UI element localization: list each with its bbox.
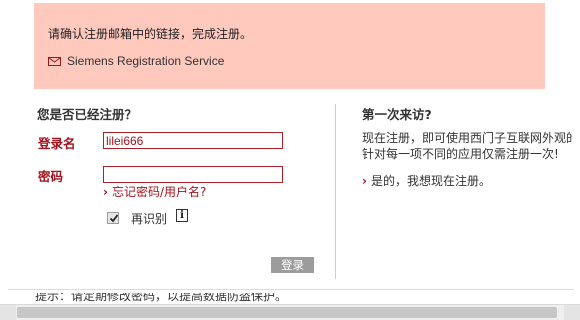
scroll-right-button[interactable]	[564, 305, 580, 320]
intro-line-1: 现在注册，即可使用西门子互联网外观的	[362, 131, 572, 145]
register-now-link[interactable]: › 是的，我想现在注册。	[362, 172, 491, 189]
horizontal-scrollbar[interactable]	[0, 304, 580, 320]
service-name: Siemens Registration Service	[67, 54, 225, 68]
forgot-password-label: 忘记密码/用户名?	[111, 185, 207, 199]
notice-service: Siemens Registration Service	[48, 54, 224, 68]
footer-divider	[8, 289, 574, 290]
first-visit-heading: 第一次来访?	[362, 107, 432, 122]
chevron-right-icon: ›	[103, 185, 108, 199]
scroll-thumb[interactable]	[17, 307, 557, 318]
password-input[interactable]	[103, 166, 283, 183]
hint-text: 提示：请定期修改密码，以提高数据防盗保护。	[35, 293, 287, 302]
scroll-left-button[interactable]	[0, 305, 16, 320]
first-visit-intro: 现在注册，即可使用西门子互联网外观的 针对每一项不同的应用仅需注册一次!	[362, 130, 572, 162]
info-icon[interactable]: i	[176, 209, 188, 222]
notice-message: 请确认注册邮箱中的链接，完成注册。	[48, 27, 253, 41]
username-input[interactable]	[103, 132, 283, 149]
registration-notice: 请确认注册邮箱中的链接，完成注册。 Siemens Registration S…	[34, 3, 545, 89]
login-heading: 您是否已经注册？	[37, 107, 138, 122]
mail-icon	[48, 57, 61, 66]
chevron-right-icon: ›	[362, 174, 367, 188]
remember-checkbox[interactable]	[107, 212, 119, 224]
column-divider	[335, 104, 336, 279]
login-button[interactable]: 登录	[271, 257, 314, 273]
intro-line-2: 针对每一项不同的应用仅需注册一次!	[362, 147, 559, 161]
remember-label: 再识别	[131, 212, 168, 226]
register-now-label: 是的，我想现在注册。	[370, 174, 491, 188]
forgot-password-link[interactable]: › 忘记密码/用户名?	[103, 183, 206, 200]
checkmark-icon	[109, 214, 119, 223]
password-label: 密码	[38, 169, 64, 184]
username-label: 登录名	[38, 136, 76, 151]
hint-label: 提示：请定期修改密码，以提高数据防盗保护。	[35, 293, 288, 302]
